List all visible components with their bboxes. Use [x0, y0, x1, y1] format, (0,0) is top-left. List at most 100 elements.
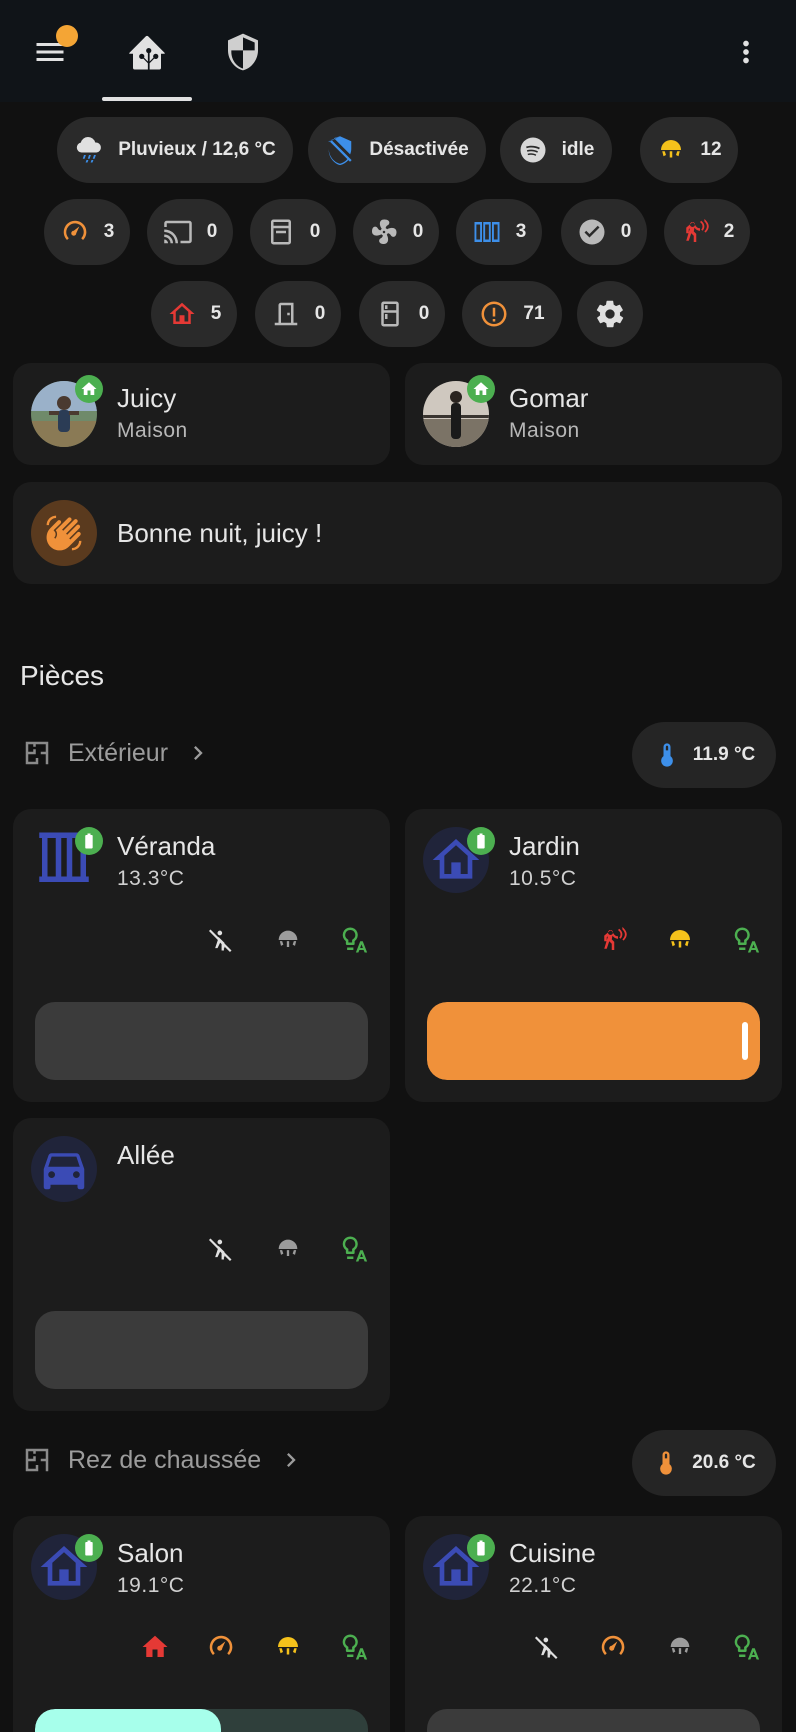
presence-status[interactable] [140, 1632, 170, 1662]
lightbulb-auto-icon [731, 1632, 761, 1662]
more-vertical-icon [743, 40, 749, 64]
auto-light-status[interactable] [339, 1234, 369, 1264]
alert-chip[interactable]: 71 [462, 281, 562, 347]
door-chip[interactable]: 0 [255, 281, 341, 347]
motion-status[interactable] [206, 925, 236, 955]
room-card-cuisine[interactable]: Cuisine 22.1°C [405, 1516, 782, 1732]
gauge-icon [206, 1632, 236, 1662]
auto-light-status[interactable] [731, 1632, 761, 1662]
area-header-rez-de-chaussee[interactable]: Rez de chaussée [22, 1445, 305, 1475]
battery-badge [467, 827, 495, 855]
light-brightness-slider[interactable] [35, 1709, 368, 1732]
cast-icon [163, 220, 192, 244]
room-card-salon[interactable]: Salon 19.1°C [13, 1516, 390, 1732]
room-name: Allée [117, 1140, 175, 1170]
fridge-chip[interactable]: 0 [359, 281, 445, 347]
light-brightness-slider[interactable] [427, 1709, 760, 1732]
room-card-veranda[interactable]: Véranda 13.3°C [13, 809, 390, 1102]
room-temperature: 10.5°C [509, 867, 577, 890]
ceiling-light-off-icon [274, 1235, 302, 1263]
dishwasher-chip[interactable]: 0 [250, 199, 336, 265]
person-name: Juicy [117, 383, 177, 413]
fridge-icon [380, 301, 399, 327]
home-icon [80, 380, 98, 398]
gauge-chip[interactable]: 3 [44, 199, 130, 265]
light-status[interactable] [665, 1632, 695, 1662]
lights-count: 12 [700, 139, 722, 160]
settings-chip[interactable] [577, 281, 643, 347]
floor-plan-icon [22, 1445, 52, 1475]
check-circle-icon [579, 219, 605, 245]
fridge-count: 0 [418, 303, 430, 324]
light-brightness-slider[interactable] [427, 1002, 760, 1080]
spotify-icon [520, 137, 546, 163]
motion-sensor-off-icon [207, 1235, 235, 1263]
alert-count: 71 [523, 303, 545, 324]
lights-chip[interactable]: 12 [640, 117, 738, 183]
lightbulb-auto-icon [339, 1632, 369, 1662]
window-chip[interactable]: 3 [456, 199, 542, 265]
gauge-status[interactable] [598, 1632, 628, 1662]
slider-handle[interactable] [742, 1022, 748, 1060]
person-card-gomar[interactable]: Gomar Maison [405, 363, 782, 465]
home-status-badge [75, 375, 103, 403]
weather-label: Pluvieux / 12,6 °C [118, 139, 276, 160]
battery-icon [472, 1539, 490, 1557]
light-status[interactable] [665, 925, 695, 955]
light-brightness-slider[interactable] [35, 1311, 368, 1389]
motion-chip[interactable]: 2 [664, 199, 750, 265]
light-status[interactable] [273, 1234, 303, 1264]
area-name: Extérieur [68, 738, 169, 767]
light-status[interactable] [273, 1632, 303, 1662]
shield-off-icon [329, 136, 352, 165]
gauge-count: 3 [103, 221, 115, 242]
gauge-icon [60, 217, 90, 247]
area-temperature: 11.9 °C [692, 744, 756, 765]
hand-wave-icon [46, 515, 82, 551]
auto-light-status[interactable] [339, 925, 369, 955]
person-card-juicy[interactable]: Juicy Maison [13, 363, 390, 465]
area-header-exterieur[interactable]: Extérieur [22, 738, 212, 768]
area-temperature-chip[interactable]: 20.6 °C [632, 1430, 776, 1496]
window-count: 3 [515, 221, 527, 242]
alarm-chip[interactable]: Désactivée [308, 117, 486, 183]
tab-overview[interactable] [110, 20, 184, 84]
auto-light-status[interactable] [339, 1632, 369, 1662]
spotify-chip[interactable]: idle [500, 117, 612, 183]
area-temperature-chip[interactable]: 11.9 °C [632, 722, 776, 788]
motion-status[interactable] [206, 1234, 236, 1264]
room-card-allee[interactable]: Allée [13, 1118, 390, 1411]
window-open-icon [474, 222, 500, 242]
more-options-button[interactable] [724, 24, 768, 80]
door-count: 0 [314, 303, 326, 324]
door-icon [274, 302, 297, 326]
room-name: Salon [117, 1538, 184, 1568]
active-tab-indicator [102, 97, 192, 101]
home-icon [167, 299, 197, 329]
gauge-status[interactable] [206, 1632, 236, 1662]
area-name: Rez de chaussée [68, 1445, 262, 1474]
auto-light-status[interactable] [731, 925, 761, 955]
weather-chip[interactable]: Pluvieux / 12,6 °C [57, 117, 293, 183]
light-status[interactable] [273, 925, 303, 955]
light-brightness-slider[interactable] [35, 1002, 368, 1080]
tab-security[interactable] [206, 20, 280, 84]
battery-icon [472, 832, 490, 850]
home-chip[interactable]: 5 [151, 281, 237, 347]
gear-icon [594, 298, 626, 330]
fan-chip[interactable]: 0 [353, 199, 439, 265]
home-icon [140, 1632, 170, 1662]
lightbulb-auto-icon [339, 925, 369, 955]
check-chip[interactable]: 0 [561, 199, 647, 265]
section-title-rooms: Pièces [20, 660, 105, 691]
room-name: Véranda [117, 831, 216, 861]
room-card-jardin[interactable]: Jardin 10.5°C [405, 809, 782, 1102]
battery-badge [75, 827, 103, 855]
motion-sensor-off-icon [533, 1633, 561, 1661]
motion-count: 2 [723, 221, 735, 242]
spotify-label: idle [561, 139, 595, 160]
thermometer-icon [653, 741, 681, 769]
motion-status[interactable] [532, 1632, 562, 1662]
motion-status[interactable] [598, 925, 628, 955]
cast-chip[interactable]: 0 [147, 199, 233, 265]
